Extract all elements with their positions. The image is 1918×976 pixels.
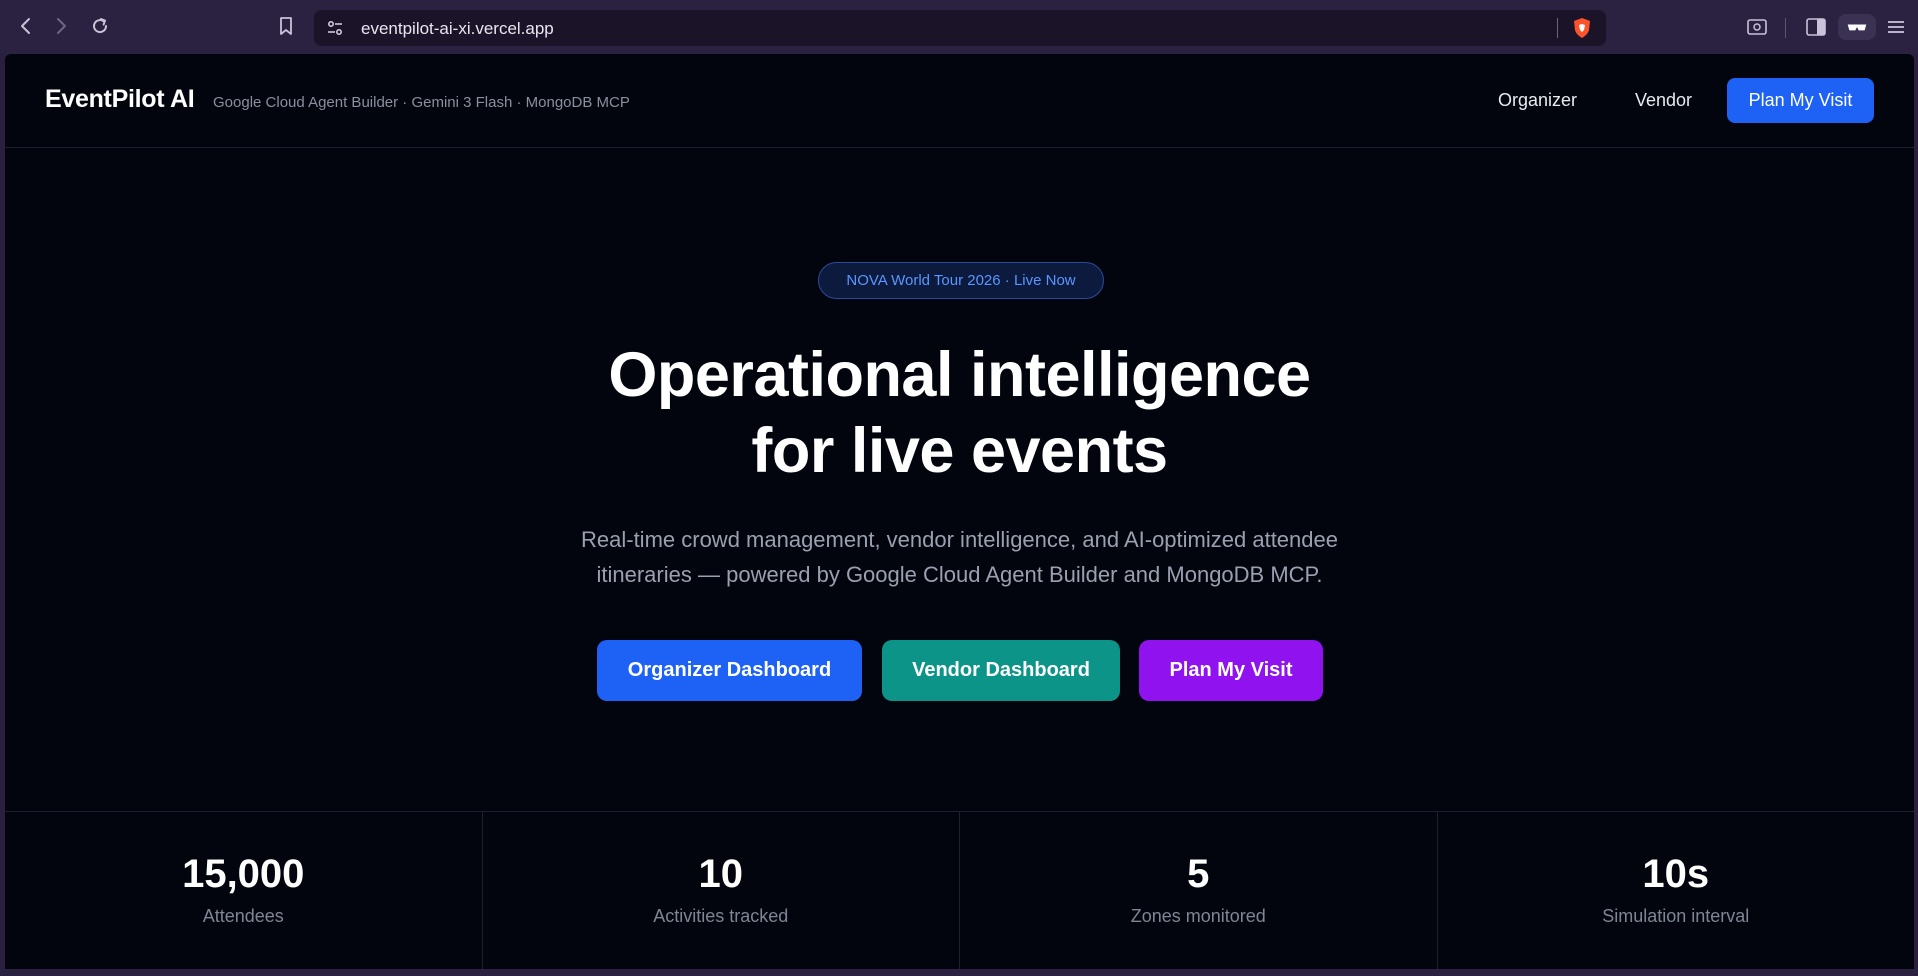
nav-vendor[interactable]: Vendor xyxy=(1635,90,1692,111)
browser-toolbar: eventpilot-ai-xi.vercel.app xyxy=(0,0,1918,54)
brand-tagline: Google Cloud Agent Builder · Gemini 3 Fl… xyxy=(213,94,630,111)
brand-logo[interactable]: EventPilot AI xyxy=(45,85,195,114)
site-settings-icon[interactable] xyxy=(326,19,344,37)
screenshot-icon[interactable] xyxy=(1744,14,1770,40)
hero-title-line1: Operational intelligence xyxy=(608,340,1311,410)
toolbar-divider xyxy=(1785,18,1786,38)
hero-title: Operational intelligence for live events xyxy=(5,337,1914,489)
app-header: EventPilot AI Google Cloud Agent Builder… xyxy=(5,54,1914,148)
stat-label: Attendees xyxy=(202,906,284,926)
hero-description-line1: Real-time crowd management, vendor intel… xyxy=(581,527,1338,552)
nav-organizer[interactable]: Organizer xyxy=(1498,90,1577,111)
reload-icon[interactable] xyxy=(88,14,112,38)
hero-title-line2: for live events xyxy=(751,416,1168,486)
menu-icon[interactable] xyxy=(1883,14,1909,40)
back-icon[interactable] xyxy=(14,14,38,38)
stat-value: 5 xyxy=(1187,852,1210,896)
stat-zones: 5 Zones monitored xyxy=(960,812,1438,969)
plan-my-visit-nav-button[interactable]: Plan My Visit xyxy=(1727,78,1874,123)
stat-value: 10 xyxy=(698,852,744,896)
sidebar-icon[interactable] xyxy=(1803,14,1829,40)
stat-label: Simulation interval xyxy=(1602,906,1750,926)
stat-simulation: 10s Simulation interval xyxy=(1438,812,1915,969)
vendor-dashboard-button[interactable]: Vendor Dashboard xyxy=(882,640,1120,701)
bookmark-icon[interactable] xyxy=(274,14,298,38)
hero-description-line2: itineraries — powered by Google Cloud Ag… xyxy=(596,562,1323,587)
hero-description: Real-time crowd management, vendor intel… xyxy=(5,522,1914,592)
stat-activities: 10 Activities tracked xyxy=(483,812,960,969)
brave-shield-icon[interactable] xyxy=(1570,16,1594,40)
window-bottom-edge xyxy=(0,969,1918,976)
url-divider xyxy=(1557,18,1558,38)
stat-value: 15,000 xyxy=(182,852,305,896)
forward-icon[interactable] xyxy=(49,14,73,38)
plan-my-visit-button[interactable]: Plan My Visit xyxy=(1139,640,1323,701)
live-event-badge: NOVA World Tour 2026 · Live Now xyxy=(818,262,1104,299)
reader-mode-icon[interactable] xyxy=(1838,14,1876,40)
address-bar[interactable]: eventpilot-ai-xi.vercel.app xyxy=(314,10,1606,46)
stat-label: Activities tracked xyxy=(653,906,789,926)
stat-value: 10s xyxy=(1642,852,1710,896)
url-text[interactable]: eventpilot-ai-xi.vercel.app xyxy=(361,19,554,39)
stat-label: Zones monitored xyxy=(1130,906,1266,926)
stats-row: 15,000 Attendees 10 Activities tracked 5… xyxy=(5,811,1914,969)
page-viewport: EventPilot AI Google Cloud Agent Builder… xyxy=(5,54,1914,969)
stat-attendees: 15,000 Attendees xyxy=(5,812,483,969)
organizer-dashboard-button[interactable]: Organizer Dashboard xyxy=(597,640,862,701)
